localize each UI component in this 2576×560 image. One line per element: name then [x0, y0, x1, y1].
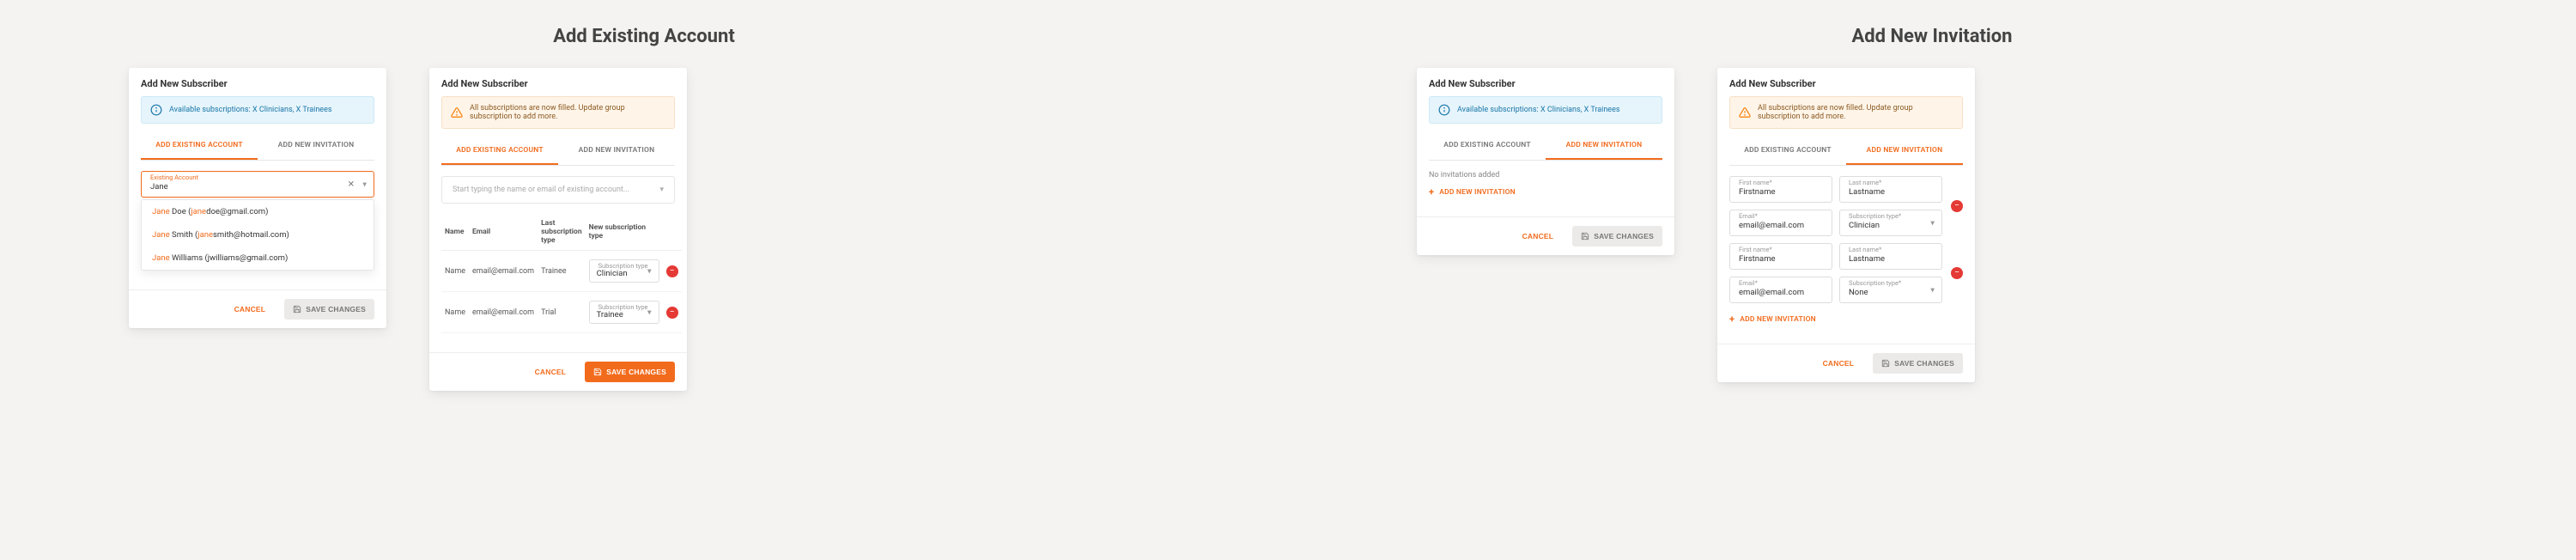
alert-text: Available subscriptions: X Clinicians, X…	[169, 106, 332, 114]
alert-text: All subscriptions are now filled. Update…	[1758, 104, 1953, 121]
existing-account-input[interactable]: Existing Account Jane ✕ ▾	[141, 171, 374, 198]
caret-icon: ▾	[362, 180, 367, 189]
subscribers-table: Name Email Last subscription type New su…	[441, 214, 682, 333]
modal-title: Add New Subscriber	[1717, 68, 1975, 96]
tab-existing[interactable]: ADD EXISTING ACCOUNT	[141, 132, 258, 160]
alert-available: Available subscriptions: X Clinicians, X…	[1429, 96, 1662, 124]
invitation-row: First name* Firstname Last name* Lastnam…	[1729, 176, 1963, 236]
tab-new-invitation[interactable]: ADD NEW INVITATION	[258, 132, 374, 160]
existing-account-combobox[interactable]: Start typing the name or email of existi…	[441, 176, 675, 204]
modal-footer: CANCEL SAVE CHANGES	[429, 352, 687, 391]
modal-add-subscriber-existing-search: Add New Subscriber Available subscriptio…	[129, 68, 386, 328]
autocomplete-option[interactable]: Jane Doe (janedoe@gmail.com)	[142, 200, 374, 223]
subscription-type-select[interactable]: Subscription type* Clinician ▾	[1839, 210, 1942, 236]
tab-new-invitation[interactable]: ADD NEW INVITATION	[558, 137, 675, 165]
tab-new-invitation[interactable]: ADD NEW INVITATION	[1846, 137, 1963, 165]
alert-available: Available subscriptions: X Clinicians, X…	[141, 96, 374, 124]
modal-add-subscriber-invite-empty: Add New Subscriber Available subscriptio…	[1417, 68, 1674, 255]
warning-icon	[451, 107, 463, 119]
col-new: New subscription type	[586, 214, 663, 251]
tabs: ADD EXISTING ACCOUNT ADD NEW INVITATION	[1729, 137, 1963, 166]
alert-full: All subscriptions are now filled. Update…	[441, 96, 675, 129]
field-value: Jane	[150, 182, 168, 192]
modal-footer: CANCEL SAVE CHANGES	[1717, 344, 1975, 382]
subscription-type-select[interactable]: Subscription type Clinician ▾	[589, 259, 659, 283]
caret-icon: ▾	[1930, 285, 1935, 295]
col-name: Name	[441, 214, 469, 251]
plus-icon: +	[1729, 313, 1735, 325]
tab-existing[interactable]: ADD EXISTING ACCOUNT	[1729, 137, 1846, 165]
autocomplete-option[interactable]: Jane Williams (jwilliams@gmail.com)	[142, 247, 374, 270]
save-button[interactable]: SAVE CHANGES	[585, 362, 675, 382]
save-button[interactable]: SAVE CHANGES	[1873, 353, 1963, 374]
tabs: ADD EXISTING ACCOUNT ADD NEW INVITATION	[141, 132, 374, 161]
modal-add-subscriber-existing-list: Add New Subscriber All subscriptions are…	[429, 68, 687, 391]
tabs: ADD EXISTING ACCOUNT ADD NEW INVITATION	[441, 137, 675, 166]
remove-row-button[interactable]: −	[1951, 200, 1963, 212]
last-name-input[interactable]: Last name* Lastname	[1839, 243, 1942, 270]
section-new-invitation: Add New Invitation Add New Subscriber Av…	[1417, 26, 2447, 534]
add-invitation-button[interactable]: + ADD NEW INVITATION	[1429, 186, 1516, 198]
modal-title: Add New Subscriber	[1417, 68, 1674, 96]
section-title: Add Existing Account	[129, 26, 1159, 47]
remove-row-button[interactable]: −	[1951, 267, 1963, 279]
tab-existing[interactable]: ADD EXISTING ACCOUNT	[1429, 132, 1546, 160]
modal-title: Add New Subscriber	[429, 68, 687, 96]
tab-existing[interactable]: ADD EXISTING ACCOUNT	[441, 137, 558, 165]
modal-add-subscriber-invite-form: Add New Subscriber All subscriptions are…	[1717, 68, 1975, 382]
alert-text: Available subscriptions: X Clinicians, X…	[1457, 106, 1620, 114]
caret-icon: ▾	[1930, 218, 1935, 228]
combobox-placeholder: Start typing the name or email of existi…	[453, 186, 629, 194]
modal-title: Add New Subscriber	[129, 68, 386, 96]
info-icon	[150, 104, 162, 116]
empty-state-text: No invitations added	[1429, 171, 1662, 180]
clear-icon[interactable]: ✕	[348, 180, 355, 189]
section-title: Add New Invitation	[1417, 26, 2447, 47]
last-name-input[interactable]: Last name* Lastname	[1839, 176, 1942, 203]
email-input[interactable]: Email* email@email.com	[1729, 277, 1832, 303]
plus-icon: +	[1429, 186, 1434, 198]
section-existing-account: Add Existing Account Add New Subscriber …	[129, 26, 1159, 534]
cancel-button[interactable]: CANCEL	[526, 362, 575, 382]
cancel-button[interactable]: CANCEL	[1814, 353, 1863, 374]
table-row: Name email@email.com Trainee Subscriptio…	[441, 251, 682, 292]
subscription-type-select[interactable]: Subscription type Trainee ▾	[589, 301, 659, 324]
autocomplete-option[interactable]: Jane Smith (janesmith@hotmail.com)	[142, 223, 374, 247]
warning-icon	[1739, 107, 1751, 119]
alert-full: All subscriptions are now filled. Update…	[1729, 96, 1963, 129]
first-name-input[interactable]: First name* Firstname	[1729, 243, 1832, 270]
invitation-row: First name* Firstname Last name* Lastnam…	[1729, 243, 1963, 303]
col-email: Email	[469, 214, 538, 251]
caret-icon: ▾	[659, 186, 664, 194]
cancel-button[interactable]: CANCEL	[1514, 226, 1563, 247]
save-icon	[593, 368, 602, 376]
tabs: ADD EXISTING ACCOUNT ADD NEW INVITATION	[1429, 132, 1662, 161]
alert-text: All subscriptions are now filled. Update…	[470, 104, 665, 121]
save-icon	[1881, 359, 1890, 368]
save-icon	[1581, 232, 1589, 240]
modal-footer: CANCEL SAVE CHANGES	[1417, 216, 1674, 255]
save-icon	[293, 305, 301, 313]
col-last: Last subscription type	[538, 214, 586, 251]
email-input[interactable]: Email* email@email.com	[1729, 210, 1832, 236]
save-button[interactable]: SAVE CHANGES	[1572, 226, 1662, 247]
first-name-input[interactable]: First name* Firstname	[1729, 176, 1832, 203]
info-icon	[1438, 104, 1450, 116]
remove-row-button[interactable]: −	[666, 265, 678, 277]
remove-row-button[interactable]: −	[666, 307, 678, 319]
subscription-type-select[interactable]: Subscription type* None ▾	[1839, 277, 1942, 303]
save-button[interactable]: SAVE CHANGES	[284, 299, 374, 320]
add-invitation-button[interactable]: + ADD NEW INVITATION	[1729, 313, 1816, 325]
modal-footer: CANCEL SAVE CHANGES	[129, 289, 386, 328]
cancel-button[interactable]: CANCEL	[226, 299, 275, 320]
field-label: Existing Account	[150, 173, 198, 181]
autocomplete-dropdown: Jane Doe (janedoe@gmail.com) Jane Smith …	[141, 199, 374, 271]
tab-new-invitation[interactable]: ADD NEW INVITATION	[1546, 132, 1662, 160]
table-row: Name email@email.com Trial Subscription …	[441, 292, 682, 333]
